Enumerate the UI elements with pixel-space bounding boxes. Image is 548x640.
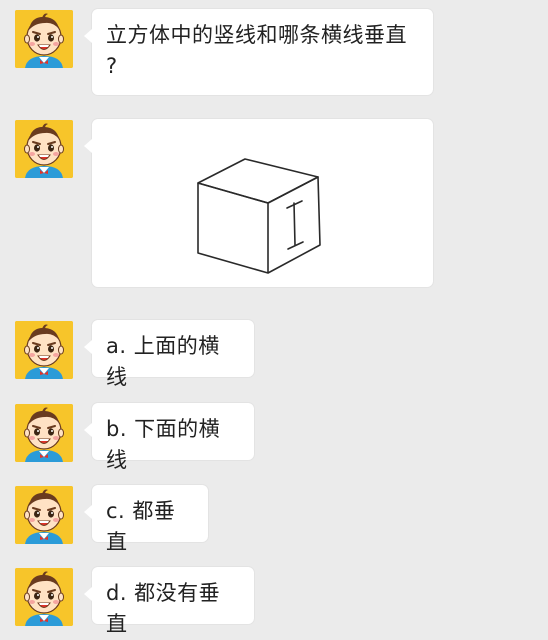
message-bubble[interactable]: d. 都没有垂直 bbox=[84, 567, 254, 636]
cube-diagram bbox=[188, 145, 338, 279]
cartoon-boy-avatar-icon[interactable] bbox=[15, 568, 73, 626]
cartoon-boy-avatar-icon[interactable] bbox=[15, 120, 73, 178]
vertical-line bbox=[293, 202, 296, 246]
image-bubble[interactable] bbox=[84, 119, 433, 287]
cube-top-face bbox=[197, 158, 319, 204]
chat-message-option-d: d. 都没有垂直 bbox=[0, 567, 548, 636]
chat-message-question: 立方体中的竖线和哪条横线垂直 ? bbox=[0, 9, 548, 95]
message-text: 立方体中的竖线和哪条横线垂直 ? bbox=[106, 23, 407, 78]
message-bubble[interactable]: b. 下面的横线 bbox=[84, 403, 254, 472]
message-text: a. 上面的横线 bbox=[106, 334, 220, 389]
cube-drawing bbox=[197, 158, 321, 274]
cube-front-face bbox=[197, 182, 269, 274]
message-text: b. 下面的横线 bbox=[106, 417, 221, 472]
cartoon-boy-avatar-icon[interactable] bbox=[15, 321, 73, 379]
cartoon-boy-avatar-icon[interactable] bbox=[15, 10, 73, 68]
message-text: d. 都没有垂直 bbox=[106, 581, 221, 636]
chat-message-option-a: a. 上面的横线 bbox=[0, 320, 548, 389]
chat-message-option-c: c. 都垂直 bbox=[0, 485, 548, 554]
message-text: c. 都垂直 bbox=[106, 499, 176, 554]
message-bubble[interactable]: c. 都垂直 bbox=[84, 485, 208, 554]
chat-message-option-b: b. 下面的横线 bbox=[0, 403, 548, 472]
chat-message-image bbox=[0, 119, 548, 287]
message-bubble[interactable]: a. 上面的横线 bbox=[84, 320, 254, 389]
cartoon-boy-avatar-icon[interactable] bbox=[15, 486, 73, 544]
message-bubble[interactable]: 立方体中的竖线和哪条横线垂直 ? bbox=[84, 9, 433, 95]
cartoon-boy-avatar-icon[interactable] bbox=[15, 404, 73, 462]
